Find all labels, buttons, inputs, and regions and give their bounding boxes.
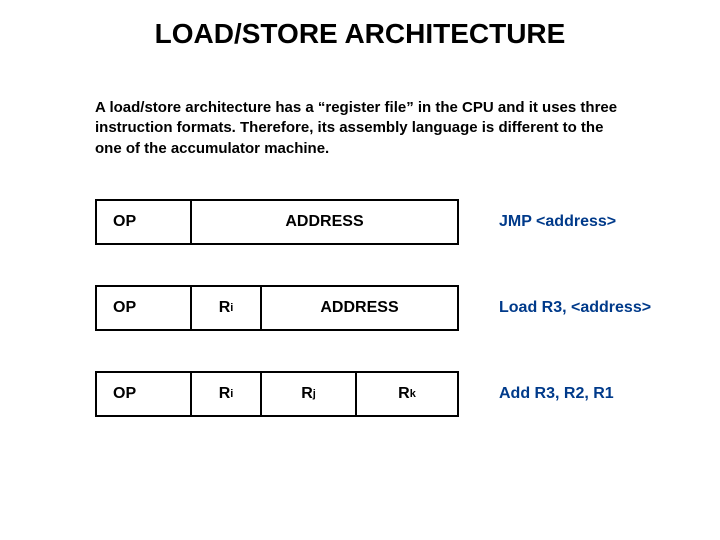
field-op: OP	[97, 373, 192, 415]
field-address: ADDRESS	[192, 201, 457, 243]
example-instruction: JMP <address>	[499, 213, 616, 231]
field-op: OP	[97, 201, 192, 243]
format-box: OP Ri ADDRESS	[95, 285, 459, 331]
instruction-format-2: OP Ri ADDRESS Load R3, <address>	[95, 285, 720, 331]
intro-description: A load/store architecture has a “registe…	[95, 98, 630, 159]
instruction-format-1: OP ADDRESS JMP <address>	[95, 199, 720, 245]
field-register-j: Rj	[262, 373, 357, 415]
format-box: OP Ri Rj Rk	[95, 371, 459, 417]
format-box: OP ADDRESS	[95, 199, 459, 245]
example-instruction: Load R3, <address>	[499, 299, 651, 317]
field-address: ADDRESS	[262, 287, 457, 329]
example-instruction: Add R3, R2, R1	[499, 385, 614, 403]
field-op: OP	[97, 287, 192, 329]
instruction-format-3: OP Ri Rj Rk Add R3, R2, R1	[95, 371, 720, 417]
page-title: LOAD/STORE ARCHITECTURE	[0, 0, 720, 58]
field-register-i: Ri	[192, 287, 262, 329]
field-register-i: Ri	[192, 373, 262, 415]
field-register-k: Rk	[357, 373, 457, 415]
